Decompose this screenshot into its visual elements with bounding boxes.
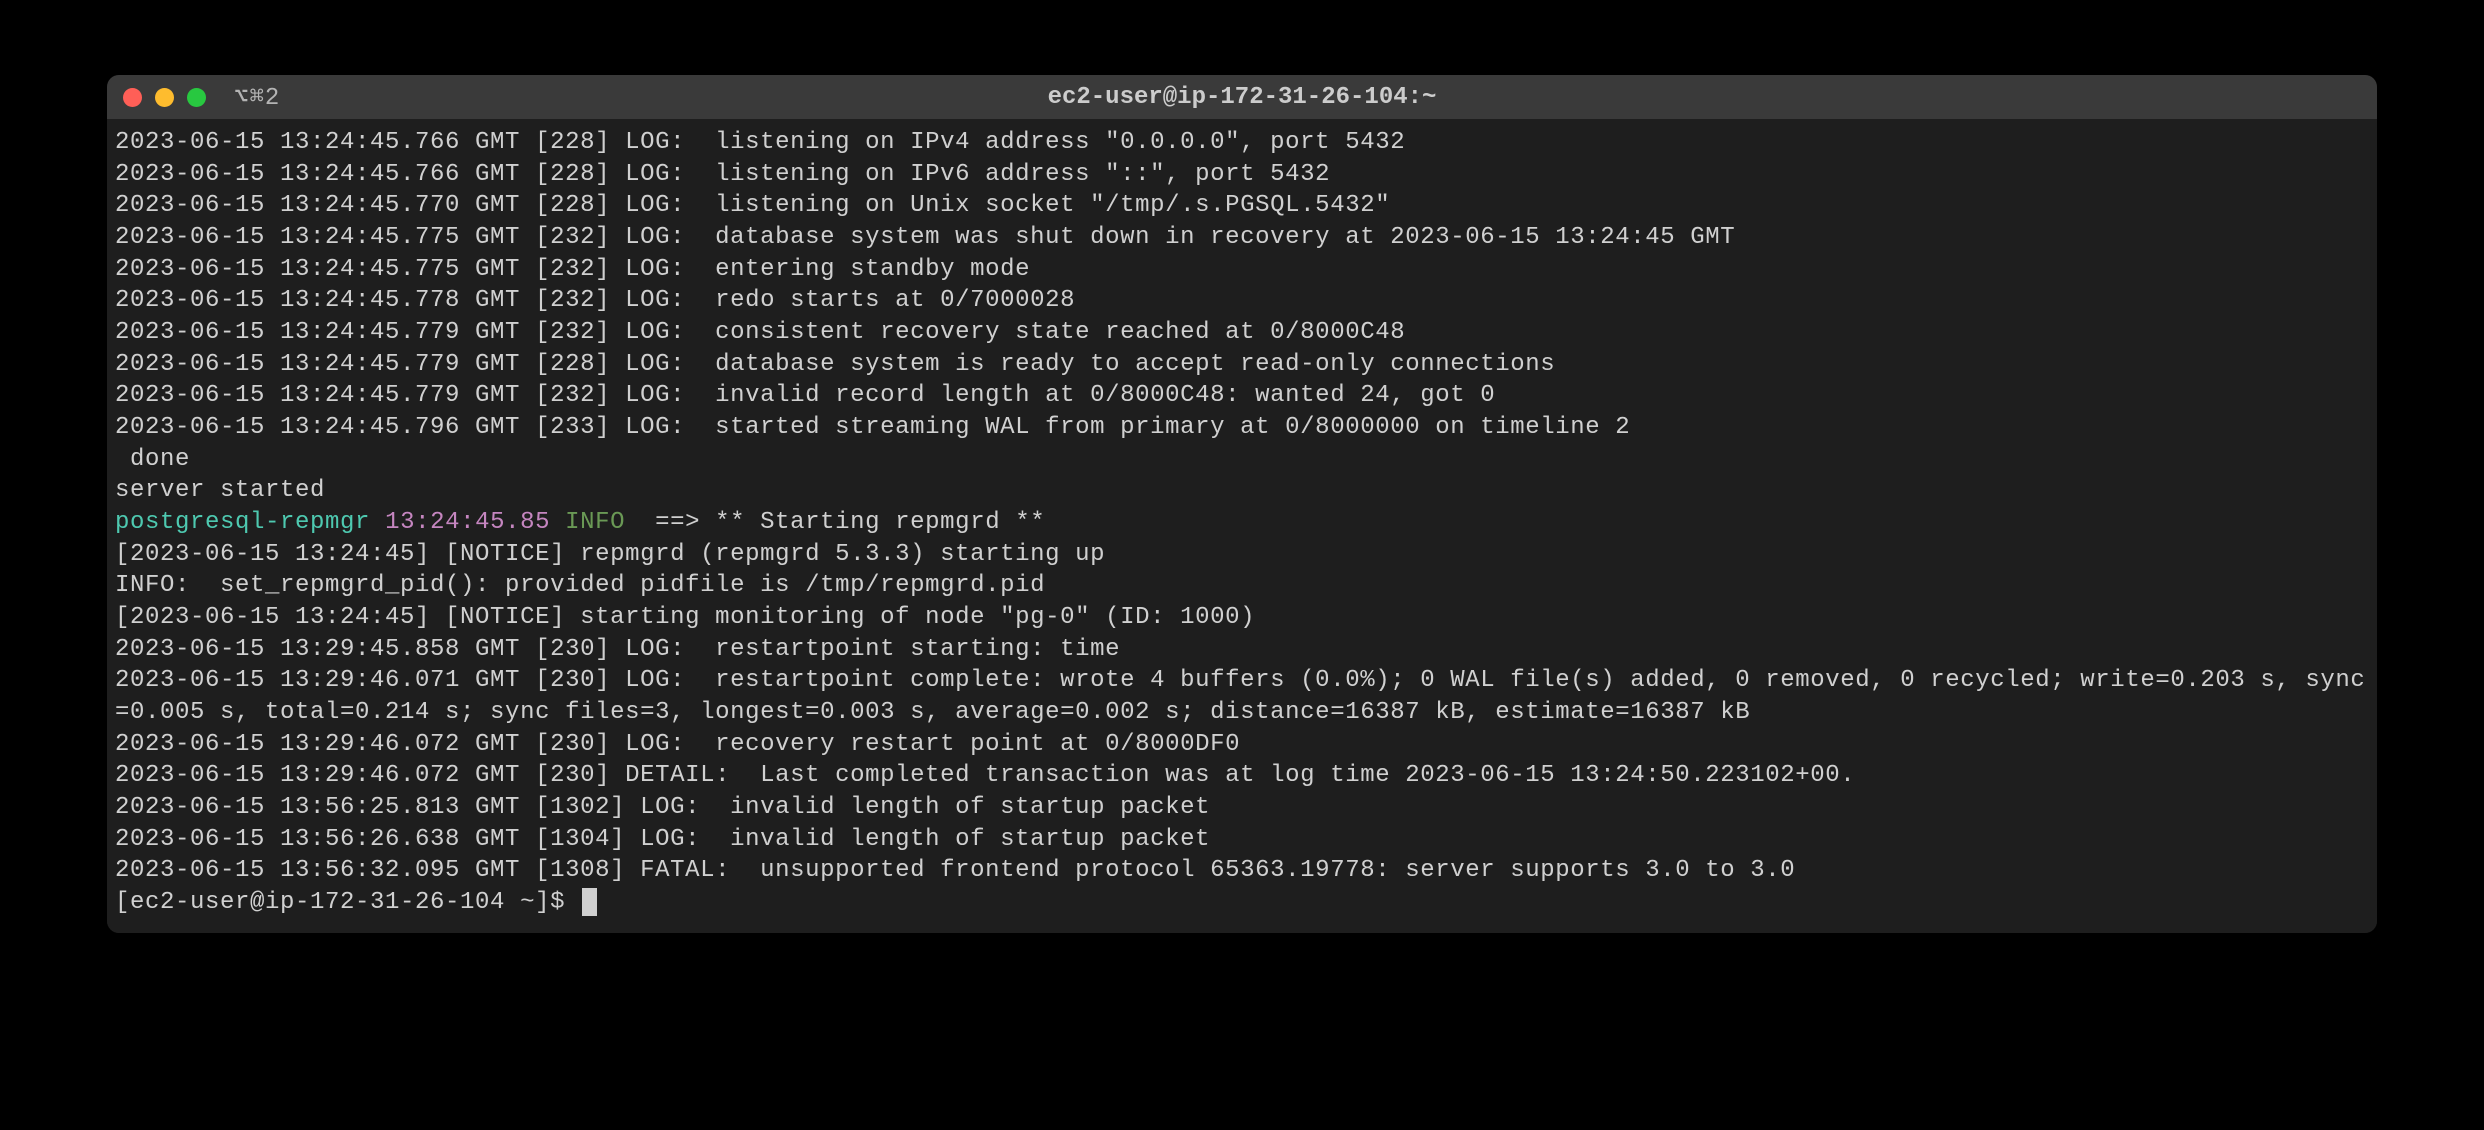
log-level: INFO	[565, 509, 640, 536]
log-line: [2023-06-15 13:24:45] [NOTICE] repmgrd (…	[115, 539, 2369, 571]
log-line: 2023-06-15 13:56:32.095 GMT [1308] FATAL…	[115, 855, 2369, 887]
log-line: 2023-06-15 13:24:45.775 GMT [232] LOG: d…	[115, 222, 2369, 254]
log-line: postgresql-repmgr 13:24:45.85 INFO ==> *…	[115, 507, 2369, 539]
log-line: 2023-06-15 13:24:45.766 GMT [228] LOG: l…	[115, 159, 2369, 191]
log-line: done	[115, 444, 2369, 476]
log-line: 2023-06-15 13:24:45.778 GMT [232] LOG: r…	[115, 285, 2369, 317]
window-title: ec2-user@ip-172-31-26-104:~	[1048, 84, 1437, 111]
log-line: 2023-06-15 13:29:46.071 GMT [230] LOG: r…	[115, 665, 2369, 728]
log-line: 2023-06-15 13:29:46.072 GMT [230] LOG: r…	[115, 729, 2369, 761]
log-line: 2023-06-15 13:29:45.858 GMT [230] LOG: r…	[115, 634, 2369, 666]
tab-indicator: ⌥⌘2	[234, 82, 280, 112]
cursor-icon	[582, 888, 597, 916]
log-line: 2023-06-15 13:24:45.779 GMT [232] LOG: c…	[115, 317, 2369, 349]
log-line: 2023-06-15 13:24:45.766 GMT [228] LOG: l…	[115, 127, 2369, 159]
log-line: [2023-06-15 13:24:45] [NOTICE] starting …	[115, 602, 2369, 634]
log-message: ==> ** Starting repmgrd **	[655, 509, 1045, 536]
log-line: 2023-06-15 13:24:45.775 GMT [232] LOG: e…	[115, 254, 2369, 286]
log-line: 2023-06-15 13:24:45.779 GMT [232] LOG: i…	[115, 380, 2369, 412]
log-line: INFO: set_repmgrd_pid(): provided pidfil…	[115, 570, 2369, 602]
shell-prompt[interactable]: [ec2-user@ip-172-31-26-104 ~]$	[115, 887, 2369, 919]
terminal-window: ⌥⌘2 ec2-user@ip-172-31-26-104:~ 2023-06-…	[107, 75, 2377, 933]
log-line: 2023-06-15 13:56:26.638 GMT [1304] LOG: …	[115, 824, 2369, 856]
terminal-output[interactable]: 2023-06-15 13:24:45.766 GMT [228] LOG: l…	[107, 119, 2377, 933]
close-icon[interactable]	[123, 88, 142, 107]
titlebar: ⌥⌘2 ec2-user@ip-172-31-26-104:~	[107, 75, 2377, 119]
minimize-icon[interactable]	[155, 88, 174, 107]
log-line: server started	[115, 475, 2369, 507]
log-line: 2023-06-15 13:24:45.779 GMT [228] LOG: d…	[115, 349, 2369, 381]
log-line: 2023-06-15 13:56:25.813 GMT [1302] LOG: …	[115, 792, 2369, 824]
log-line: 2023-06-15 13:24:45.796 GMT [233] LOG: s…	[115, 412, 2369, 444]
traffic-lights	[123, 88, 206, 107]
log-timestamp: 13:24:45.85	[385, 509, 550, 536]
service-name: postgresql-repmgr	[115, 509, 370, 536]
log-line: 2023-06-15 13:29:46.072 GMT [230] DETAIL…	[115, 760, 2369, 792]
log-line: 2023-06-15 13:24:45.770 GMT [228] LOG: l…	[115, 190, 2369, 222]
maximize-icon[interactable]	[187, 88, 206, 107]
prompt-text: [ec2-user@ip-172-31-26-104 ~]$	[115, 889, 580, 916]
